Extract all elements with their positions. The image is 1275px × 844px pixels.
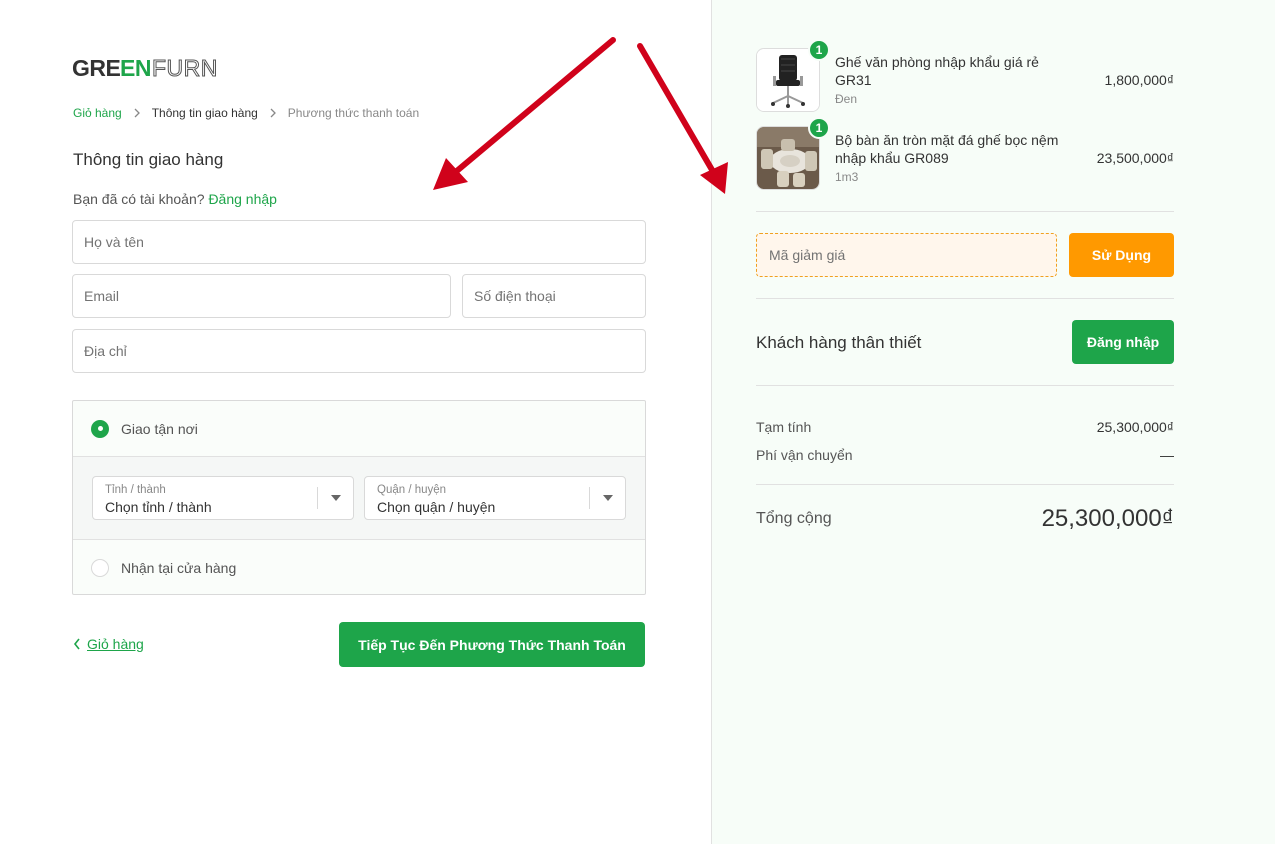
divider xyxy=(756,211,1174,212)
product-thumbnail: 1 xyxy=(756,39,830,112)
product-name: Ghế văn phòng nhập khẩu giá rẻ GR31 xyxy=(835,54,1039,88)
quantity-badge: 1 xyxy=(808,39,830,61)
shipping-fee-label: Phí vận chuyển xyxy=(756,447,853,463)
product-thumbnail: 1 xyxy=(756,117,830,190)
dining-set-image xyxy=(757,127,819,189)
back-to-cart-link[interactable]: Giỏ hàng xyxy=(73,636,144,652)
divider xyxy=(756,298,1174,299)
breadcrumb-payment: Phương thức thanh toán xyxy=(287,106,420,120)
breadcrumb: Giỏ hàng Thông tin giao hàng Phương thức… xyxy=(73,106,419,120)
product-variant: 1m3 xyxy=(835,170,859,184)
caret-down-icon xyxy=(331,495,341,501)
radio-unchecked-icon[interactable] xyxy=(91,558,109,577)
address-input[interactable] xyxy=(73,330,645,372)
delivery-option-store-label: Nhận tại cửa hàng xyxy=(121,559,237,576)
email-field[interactable] xyxy=(72,274,451,318)
svg-text:EN: EN xyxy=(120,55,151,81)
fullname-input[interactable] xyxy=(73,221,645,263)
address-selects: Tỉnh / thành Chọn tỉnh / thành Quận / hu… xyxy=(73,456,645,540)
discount-code-input[interactable] xyxy=(757,234,1056,276)
province-value: Chọn tỉnh / thành xyxy=(105,499,212,515)
svg-text:FURNi: FURNi xyxy=(152,55,217,81)
breadcrumb-shipping: Thông tin giao hàng xyxy=(151,106,258,120)
subtotal-row: Tạm tính 25,300,000₫ xyxy=(756,419,1174,435)
chevron-left-icon xyxy=(73,638,80,650)
cart-product: 1 Bộ bàn ăn tròn mặt đá ghế bọc nệm nhập… xyxy=(756,117,1174,190)
total-row: Tổng cộng 25,300,000₫ xyxy=(756,505,1174,533)
continue-to-payment-button[interactable]: Tiếp Tục Đến Phương Thức Thanh Toán xyxy=(339,622,645,667)
back-to-cart-label: Giỏ hàng xyxy=(87,636,144,652)
caret-down-icon xyxy=(603,495,613,501)
product-name: Bộ bàn ăn tròn mặt đá ghế bọc nệm nhập k… xyxy=(835,132,1059,166)
product-price: 1,800,000₫ xyxy=(1104,72,1174,88)
chevron-right-icon xyxy=(266,106,280,120)
cart-product: 1 Ghế văn phòng nhập khẩu giá rẻ GR31 Đe… xyxy=(756,39,1174,112)
quantity-badge: 1 xyxy=(808,117,830,139)
order-summary-panel: 1 Ghế văn phòng nhập khẩu giá rẻ GR31 Đe… xyxy=(711,0,1275,844)
loyal-login-button[interactable]: Đăng nhập xyxy=(1072,320,1174,364)
subtotal-label: Tạm tính xyxy=(756,419,812,435)
address-field[interactable] xyxy=(72,329,646,373)
delivery-option-home[interactable]: Giao tận nơi xyxy=(73,401,645,456)
svg-text:GRE: GRE xyxy=(72,55,121,81)
fullname-field[interactable] xyxy=(72,220,646,264)
divider xyxy=(756,385,1174,386)
delivery-option-store[interactable]: Nhận tại cửa hàng xyxy=(73,540,645,595)
section-title: Thông tin giao hàng xyxy=(73,150,224,169)
office-chair-image xyxy=(757,49,819,111)
delivery-option-home-label: Giao tận nơi xyxy=(121,420,198,437)
product-price: 23,500,000₫ xyxy=(1096,150,1174,166)
phone-field[interactable] xyxy=(462,274,646,318)
chevron-right-icon xyxy=(130,106,144,120)
product-variant: Đen xyxy=(835,92,858,106)
shipping-fee-value: — xyxy=(1160,447,1174,463)
province-label: Tỉnh / thành xyxy=(105,484,166,496)
select-divider xyxy=(317,487,318,509)
radio-checked-icon[interactable] xyxy=(91,419,109,438)
loyal-customer-label: Khách hàng thân thiết xyxy=(756,333,922,352)
shipping-panel: GRE EN FURNi Giỏ hàng Thông tin giao hàn… xyxy=(0,0,711,844)
login-prompt: Bạn đã có tài khoản? Đăng nhập xyxy=(73,191,277,207)
total-label: Tổng cộng xyxy=(756,510,832,527)
select-divider xyxy=(589,487,590,509)
shipping-fee-row: Phí vận chuyển — xyxy=(756,447,1174,463)
phone-input[interactable] xyxy=(463,275,645,317)
total-value: 25,300,000₫ xyxy=(1041,505,1174,532)
district-value: Chọn quận / huyện xyxy=(377,499,496,515)
district-select[interactable]: Quận / huyện Chọn quận / huyện xyxy=(364,476,626,520)
greenfurni-logo[interactable]: GRE EN FURNi xyxy=(72,54,217,82)
delivery-method-box: Giao tận nơi Tỉnh / thành Chọn tỉnh / th… xyxy=(72,400,646,595)
subtotal-value: 25,300,000₫ xyxy=(1096,419,1174,435)
breadcrumb-cart[interactable]: Giỏ hàng xyxy=(73,106,122,120)
apply-discount-button[interactable]: Sử Dụng xyxy=(1069,233,1174,277)
discount-code-field[interactable] xyxy=(756,233,1057,277)
district-label: Quận / huyện xyxy=(377,484,447,496)
email-input[interactable] xyxy=(73,275,450,317)
login-prompt-text: Bạn đã có tài khoản? xyxy=(73,191,205,207)
divider xyxy=(756,484,1174,485)
login-link[interactable]: Đăng nhập xyxy=(208,191,277,207)
province-select[interactable]: Tỉnh / thành Chọn tỉnh / thành xyxy=(92,476,354,520)
